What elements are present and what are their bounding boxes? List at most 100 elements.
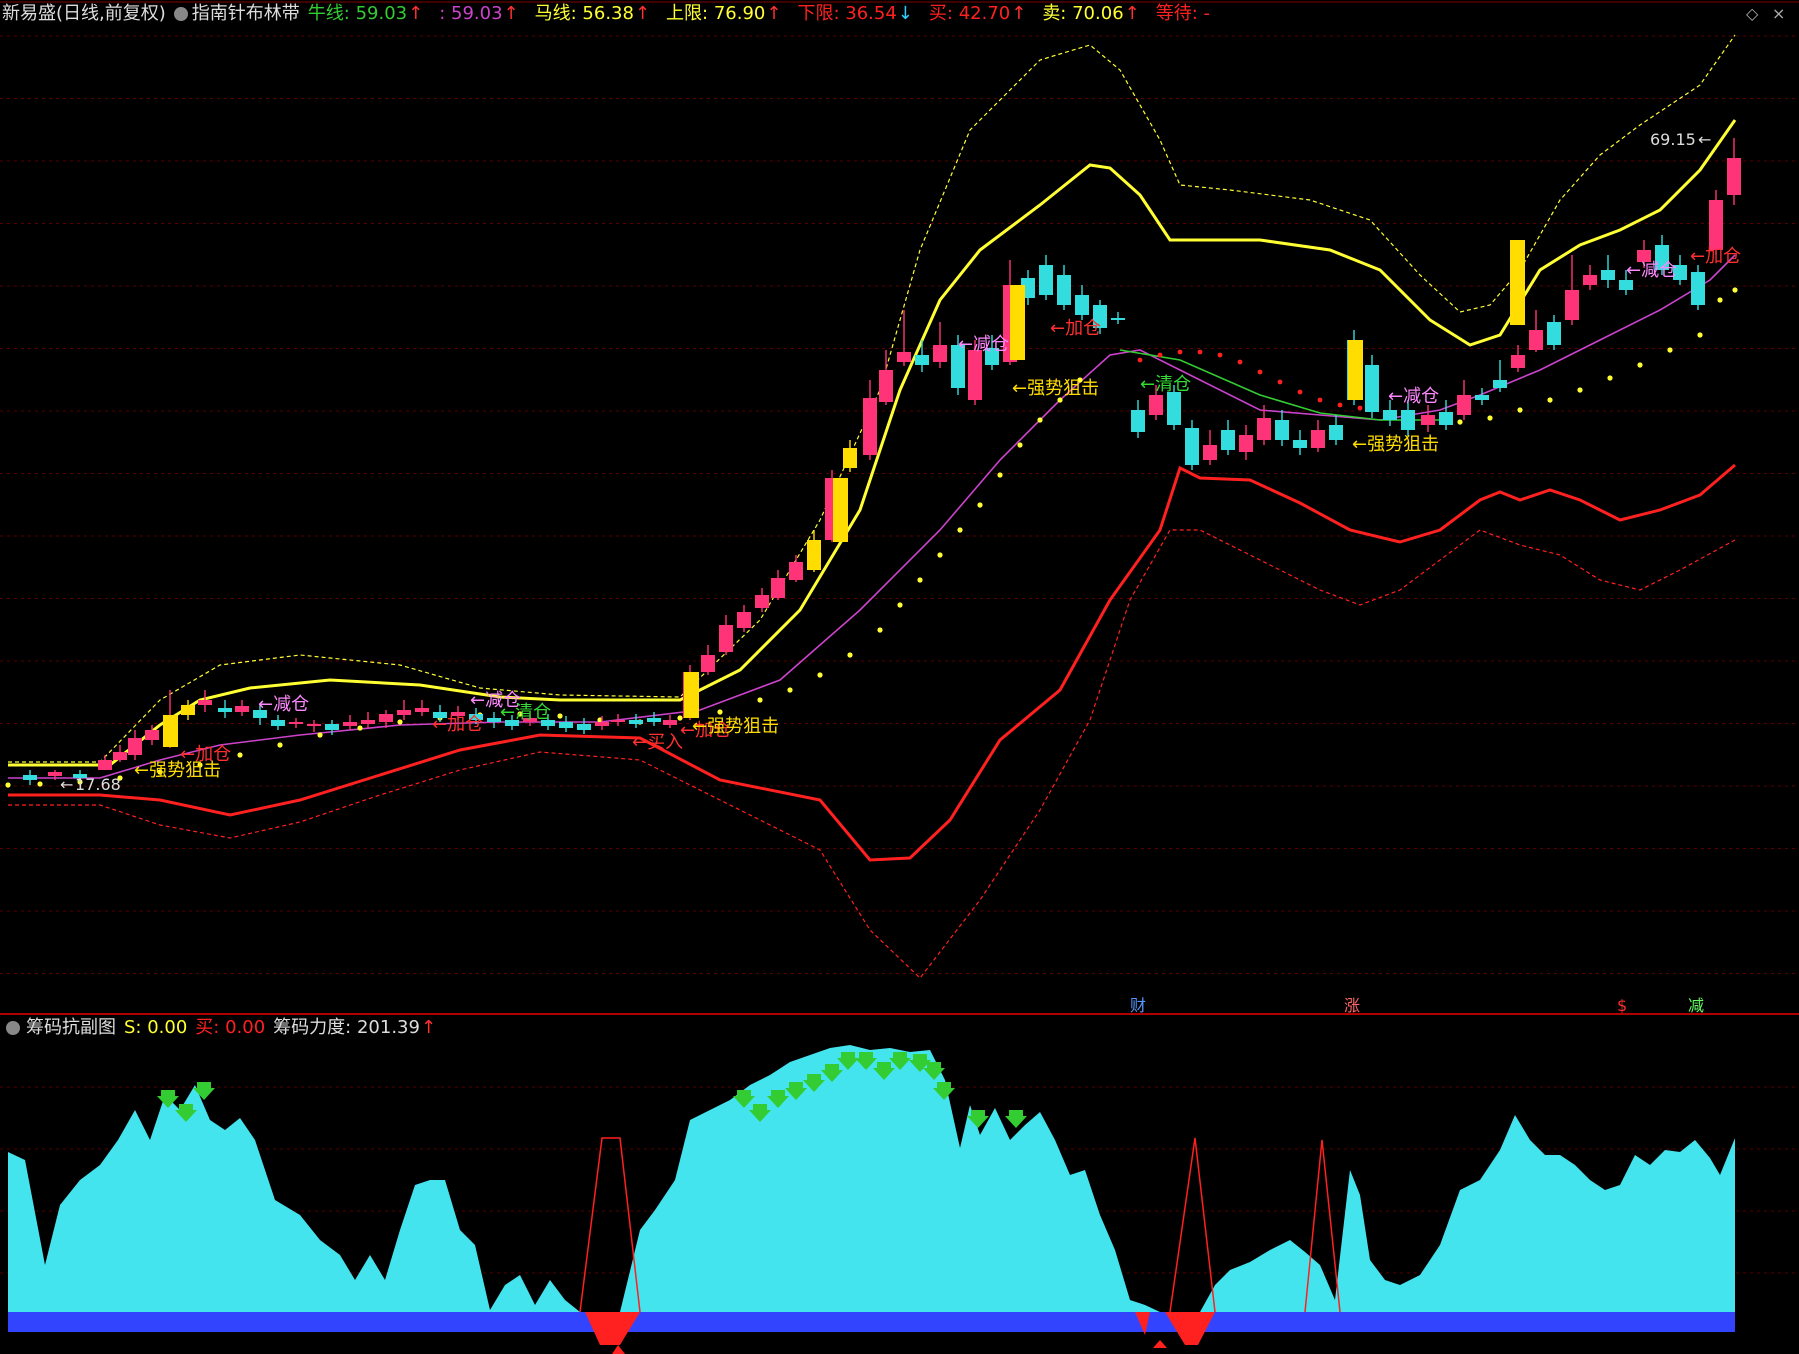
support-dot [1637,362,1643,368]
red-up-arrow-icon [612,1345,625,1354]
candle-up [128,738,142,755]
strong-candle [163,715,178,747]
support-dot [1017,442,1023,448]
candle-up [701,655,715,672]
support-dot [1697,332,1703,338]
candle-up [289,722,303,724]
candle-down [1075,295,1089,315]
candle-up [1727,158,1741,195]
add-signal: ←加仓 [1050,318,1101,339]
high-price-label: 69.15 [1650,130,1696,149]
support-dot [1577,387,1583,393]
support-dot [317,732,323,738]
strong-signal: ←强势狙击 [1352,434,1439,455]
strong-candle [1510,240,1525,325]
candle-up [807,540,821,570]
support-dot [5,782,11,788]
resistance-dot [1157,352,1163,358]
sub-indicator [8,1045,1735,1354]
reduce-signal: ←减仓 [1626,260,1677,281]
lower-line [8,463,1736,862]
candle-down [1365,365,1379,412]
event-jian-marker: 减 [1688,996,1704,1015]
buy-signal: ←买入 [632,732,683,753]
candle-down [218,708,232,712]
candle-down [487,718,501,722]
candle-down [1383,410,1397,420]
resistance-dot [1177,349,1183,355]
candle-down [23,775,37,780]
support-dot [897,602,903,608]
candle-down [915,355,929,365]
green-down-arrow-icon [1005,1110,1027,1128]
candle-up [198,700,212,705]
candle-up [663,720,677,725]
low-price-arrow: ← [60,775,73,794]
candle-up [235,706,249,712]
support-dot [1037,417,1043,423]
event-dollar-marker: $ [1617,996,1627,1015]
signal-annotations: 69.15 ←← 17.68←减仓 ←减仓←减仓←减仓←减仓←加仓←加仓←加仓←加仓 ←… [60,130,1741,1015]
candle-up [343,722,357,726]
support-dot [957,527,963,533]
resistance-dot [1337,402,1343,408]
high-price-arrow: ← [1698,130,1711,149]
chip-base-bar [8,1312,1735,1332]
resistance-dot [1277,379,1283,385]
candle-up [879,370,893,402]
resistance-dot [1257,369,1263,375]
resistance-dot [1317,397,1323,403]
support-dot [1732,287,1738,293]
strong-signal: ←强势狙击 [134,760,221,781]
candle-down [1493,380,1507,388]
support-dot [787,687,793,693]
event-cai-marker: 财 [1130,996,1146,1015]
candle-down [1185,428,1199,465]
support-dot [277,742,283,748]
candle-down [559,722,573,728]
candle-down [1039,265,1053,295]
strong-signal: ←强势狙击 [1012,378,1099,399]
candle-up [1583,275,1597,285]
candle-up [595,722,609,726]
candle-down [577,724,591,730]
candle-down [1601,270,1615,280]
candle-down [1401,410,1415,430]
candle-up [863,398,877,455]
support-dot [1667,347,1673,353]
candle-down [1439,412,1453,425]
candle-up [719,625,733,652]
resistance-dot [1137,357,1143,363]
bollinger-lines [5,34,1738,979]
candle-down [629,720,643,724]
support-dot [397,719,403,725]
green-down-arrow-icon [157,1090,179,1108]
candle-up [933,345,947,362]
candle-down [1057,275,1071,305]
support-dot [877,627,883,633]
candle-up [98,760,112,770]
support-dot [847,652,853,658]
support-dot [37,781,43,787]
support-dot [1607,375,1613,381]
candle-up [181,705,195,715]
strong-candle [833,478,848,542]
support-dot [1457,419,1463,425]
chart-canvas[interactable]: 69.15 ←← 17.68←减仓 ←减仓←减仓←减仓←减仓←加仓←加仓←加仓←加仓 ←… [0,0,1799,1354]
candle-up [1311,430,1325,448]
support-dot [817,672,823,678]
candle-down [1619,280,1633,290]
resistance-dot [1197,349,1203,355]
support-dot [717,709,723,715]
support-dot [997,472,1003,478]
candle-up [145,730,159,740]
resistance-dot [1297,389,1303,395]
strong-candle [684,672,699,718]
resistance-dot [1357,405,1363,411]
candle-up [1239,435,1253,452]
support-dot [557,713,563,719]
candle-up [755,595,769,608]
candle-down [271,720,285,726]
candle-up [1257,418,1271,440]
support-dot [1717,297,1723,303]
